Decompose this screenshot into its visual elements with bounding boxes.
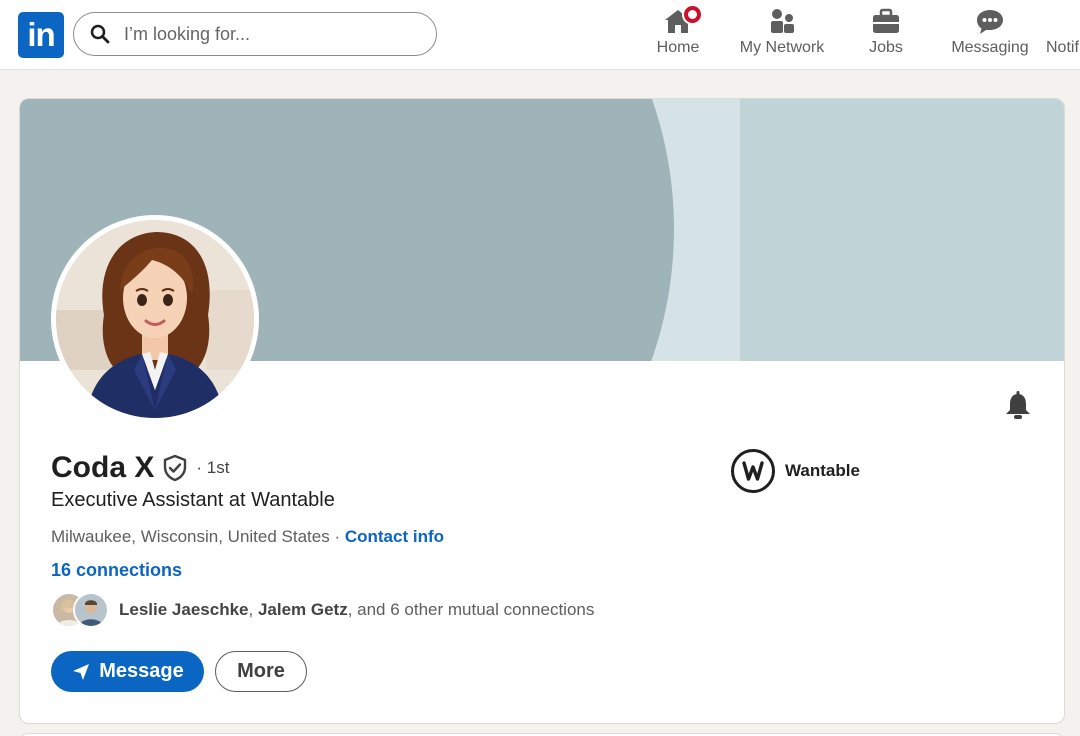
send-icon (73, 663, 90, 680)
mutual-connections[interactable]: Leslie Jaeschke, Jalem Getz, and 6 other… (51, 592, 594, 628)
nav-messaging-label: Messaging (951, 39, 1029, 56)
message-button[interactable]: Message (51, 651, 204, 692)
search-icon (90, 24, 110, 44)
profile-card: Coda X · 1st Executive Assistant at Want… (19, 98, 1065, 724)
nav-jobs-label: Jobs (869, 39, 903, 56)
mutual-name-1: Leslie Jaeschke (119, 600, 249, 619)
profile-location: Milwaukee, Wisconsin, United States (51, 527, 330, 546)
verified-shield-icon (164, 454, 187, 482)
search-box[interactable] (73, 12, 437, 56)
current-company[interactable]: Wantable (731, 449, 860, 493)
top-nav-bar: in Home My Network (0, 0, 1080, 70)
nav-my-network-label: My Network (739, 39, 825, 56)
verified-badge[interactable] (162, 454, 188, 482)
nav-home-label: Home (656, 39, 700, 56)
company-name: Wantable (785, 461, 860, 480)
message-button-label: Message (99, 660, 184, 682)
location-row: Milwaukee, Wisconsin, United States · Co… (51, 527, 444, 546)
more-button-label: More (237, 660, 285, 682)
connections-link[interactable]: 16 connections (51, 560, 182, 581)
nav-notifications[interactable]: Notif (1046, 6, 1080, 64)
profile-name-row: Coda X · 1st (51, 451, 229, 485)
notification-dot (682, 4, 703, 25)
company-logo (731, 449, 775, 493)
contact-info-link[interactable]: Contact info (345, 527, 444, 546)
wantable-logo-icon (742, 461, 764, 481)
network-icon (771, 9, 794, 33)
profile-headline: Executive Assistant at Wantable (51, 489, 335, 511)
profile-name: Coda X (51, 451, 155, 484)
chat-icon (977, 10, 1003, 34)
nav-jobs[interactable]: Jobs (862, 6, 910, 64)
search-input[interactable] (124, 23, 404, 45)
nav-notifications-label: Notif (1046, 39, 1079, 56)
notify-bell[interactable] (1004, 391, 1032, 426)
nav-my-network[interactable]: My Network (736, 6, 828, 64)
profile-photo[interactable] (51, 215, 259, 423)
nav-messaging[interactable]: Messaging (948, 6, 1032, 64)
avatar-illustration (56, 220, 254, 418)
mutual-avatar-2 (73, 592, 109, 628)
bell-icon (1006, 391, 1030, 419)
mutual-name-2: Jalem Getz (257, 600, 348, 619)
nav-home[interactable]: Home (652, 4, 704, 64)
linkedin-logo[interactable]: in (18, 12, 64, 58)
more-button[interactable]: More (215, 651, 307, 692)
connection-degree: · 1st (196, 458, 230, 477)
briefcase-icon (873, 8, 899, 33)
